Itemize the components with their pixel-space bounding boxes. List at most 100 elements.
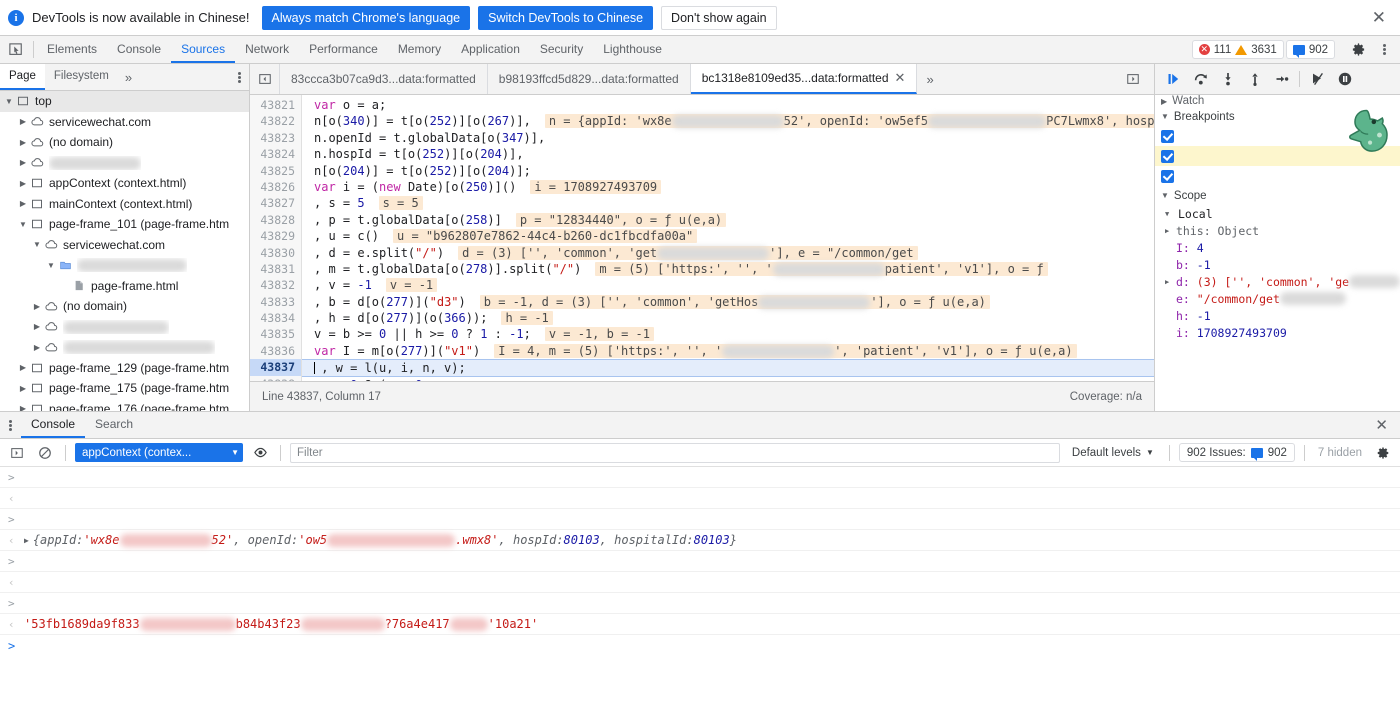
tab-lighthouse[interactable]: Lighthouse [593,36,672,63]
code-line[interactable]: , w = l(u, i, n, v); [302,359,1154,377]
chevron-down-icon[interactable] [45,261,57,270]
tree-item[interactable]: appContext (context.html) [0,173,249,194]
code-line[interactable]: v >= 0 ? (p = 0, [302,377,1154,381]
close-drawer-icon[interactable]: ✕ [1363,412,1400,438]
drawer-more-options-icon[interactable] [0,412,21,438]
line-number[interactable]: 43821 [250,97,301,113]
file-tab-3-active[interactable]: bc1318e8109ed35...data:formatted ✕ [690,64,918,94]
scope-variable[interactable]: b: -1 [1155,256,1400,273]
code-line[interactable]: , b = d[o(277)]("d3") b = -1, d = (3) [''… [302,294,1154,310]
code-line[interactable]: n.hospId = t[o(252)][o(204)], [302,146,1154,162]
chevron-right-icon[interactable] [17,404,29,411]
line-number[interactable]: 43826 [250,179,301,195]
always-match-language-button[interactable]: Always match Chrome's language [261,5,471,30]
tab-console[interactable]: Console [107,36,171,63]
tab-memory[interactable]: Memory [388,36,451,63]
chevron-right-icon[interactable] [17,384,29,393]
chevron-right-icon[interactable] [17,363,29,372]
debugger-sidebar-toggle-icon[interactable] [1118,72,1148,86]
line-number[interactable]: 43829 [250,228,301,244]
chevron-right-icon[interactable]: ▶ [1165,278,1176,286]
tree-item[interactable] [0,317,249,338]
file-tab-1[interactable]: 83ccca3b07ca9d3...data:formatted [280,64,488,94]
tree-item[interactable] [0,337,249,358]
console-input-row[interactable]: > [0,509,1400,530]
tree-item[interactable]: servicewechat.com [0,235,249,256]
line-number[interactable]: 43824 [250,146,301,162]
section-watch[interactable]: ▶ Watch [1155,95,1400,107]
chevron-down-icon[interactable] [17,220,29,229]
tree-item[interactable]: page-frame_101 (page-frame.htm [0,214,249,235]
error-warning-counter[interactable]: ✕ 111 3631 [1191,40,1284,59]
console-input-row[interactable]: > [0,593,1400,614]
line-number[interactable]: 43827 [250,195,301,211]
resume-script-execution-icon[interactable] [1161,67,1186,91]
code-line[interactable]: n[o(340)] = t[o(252)][o(267)], n = {appId… [302,113,1154,129]
code-line[interactable]: n[o(204)] = t[o(252)][o(204)]; [302,163,1154,179]
chevron-right-icon[interactable] [17,117,29,126]
file-tab-2[interactable]: b98193ffcd5d829...data:formatted [488,64,691,94]
breakpoint-checkbox[interactable] [1161,170,1174,183]
line-number[interactable]: 43837 [250,359,301,376]
console-input-row[interactable]: > [0,551,1400,572]
tree-item[interactable]: page-frame_175 (page-frame.htm [0,378,249,399]
tree-item[interactable]: page-frame_176 (page-frame.htm [0,399,249,411]
console-sidebar-toggle-icon[interactable] [6,442,28,464]
line-number[interactable]: 43835 [250,326,301,342]
navigator-more-options-icon[interactable] [230,64,249,90]
tree-item[interactable]: top [0,91,249,112]
tab-elements[interactable]: Elements [37,36,107,63]
code-line[interactable]: , m = t.globalData[o(278)].split("/") m =… [302,261,1154,277]
console-input-row[interactable]: > [0,467,1400,488]
scope-variable[interactable]: e: "/common/get [1155,290,1400,307]
inspect-element-icon[interactable] [2,36,30,63]
code-line[interactable]: var I = m[o(277)]("v1") I = 4, m = (5) ['… [302,343,1154,359]
code-line[interactable]: , u = c() u = "b962807e7862-44c4-b260-dc1… [302,228,1154,244]
navigator-toggle-icon[interactable] [250,64,280,94]
code-line[interactable]: var o = a; [302,97,1154,113]
drawer-tab-console[interactable]: Console [21,412,86,438]
line-number[interactable]: 43828 [250,212,301,228]
chevron-right-icon[interactable] [17,138,29,147]
tab-sources[interactable]: Sources [171,36,236,63]
breakpoint-item[interactable] [1155,166,1400,186]
code-line[interactable]: , s = 5 s = 5 [302,195,1154,211]
line-number[interactable]: 43836 [250,343,301,359]
dont-show-again-button[interactable]: Don't show again [661,5,777,30]
console-settings-gear-icon[interactable] [1372,442,1394,464]
gear-icon[interactable] [1346,38,1370,62]
more-options-icon[interactable] [1372,38,1396,62]
code-line[interactable]: v = b >= 0 || h >= 0 ? 1 : -1; v = -1, b … [302,326,1154,342]
scope-variable[interactable]: I: 4 [1155,239,1400,256]
javascript-context-selector[interactable]: appContext (contex... ▼ [75,443,243,462]
tab-security[interactable]: Security [530,36,593,63]
code-line[interactable]: , v = -1 v = -1 [302,277,1154,293]
section-breakpoints[interactable]: ▼ Breakpoints [1155,107,1400,126]
scope-variable[interactable]: ▶ d: (3) ['', 'common', 'ge [1155,273,1400,290]
line-number[interactable]: 43833 [250,294,301,310]
deactivate-breakpoints-icon[interactable] [1305,67,1330,91]
scope-group-local[interactable]: ▼ Local [1155,205,1400,222]
console-prompt[interactable]: > [0,635,1400,657]
line-number[interactable]: 43830 [250,245,301,261]
tree-item[interactable]: (no domain) [0,132,249,153]
chevron-right-icon[interactable] [31,302,43,311]
scope-variable[interactable]: i: 1708927493709 [1155,324,1400,341]
code-line[interactable]: , h = d[o(277)](o(366)); h = -1 [302,310,1154,326]
code-line[interactable]: , d = e.split("/") d = (3) ['', 'common',… [302,245,1154,261]
console-object-row[interactable]: ‹ ▶ {appId: 'wx8e 52', openId: 'ow5 .wmx8', … [0,530,1400,551]
code-editor[interactable]: 43821 43822 43823 43824 43825 43826 43827 43828… [250,95,1154,381]
tab-performance[interactable]: Performance [299,36,388,63]
code-line[interactable]: var i = (new Date)[o(250)]() i = 17089274… [302,179,1154,195]
nav-more-tabs-icon[interactable]: » [118,64,139,90]
log-level-selector[interactable]: Default levels ▼ [1066,447,1160,459]
tree-item[interactable]: (no domain) [0,296,249,317]
chevron-right-icon[interactable] [31,322,43,331]
step-over-icon[interactable] [1188,67,1213,91]
line-number[interactable]: 43838 [250,376,301,381]
line-number[interactable]: 43822 [250,113,301,129]
code-line[interactable]: n.openId = t.globalData[o(347)], [302,130,1154,146]
line-number[interactable]: 43831 [250,261,301,277]
nav-tab-filesystem[interactable]: Filesystem [45,64,118,90]
tab-application[interactable]: Application [451,36,530,63]
